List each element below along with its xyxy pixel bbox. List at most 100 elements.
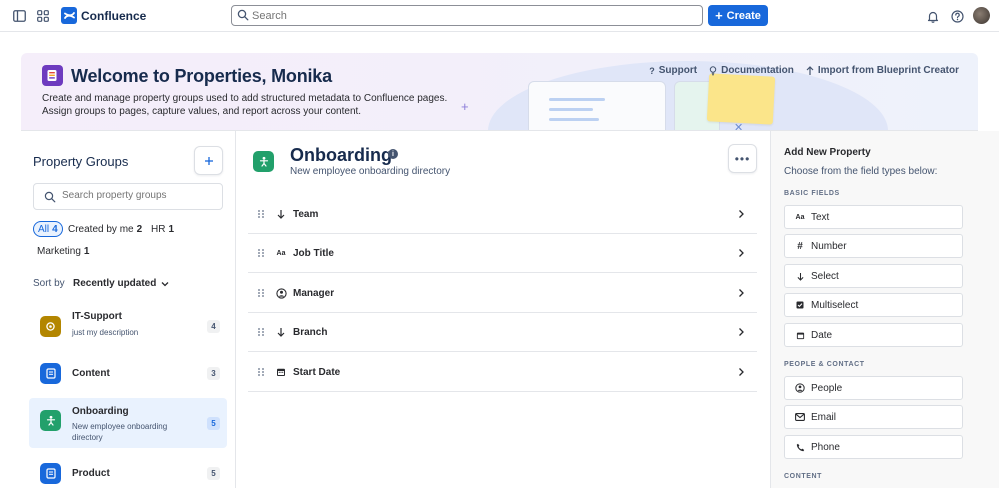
filter-chip-marketing[interactable]: Marketing 1 [33, 243, 93, 259]
property-groups-search[interactable] [33, 183, 223, 210]
people-icon [275, 287, 287, 299]
filter-chip-all[interactable]: All 4 [33, 221, 63, 237]
drag-handle-icon[interactable] [257, 288, 265, 298]
field-type-label: Number [811, 240, 847, 252]
sparkle-plus-icon: + [461, 99, 469, 114]
filter-chip-label: HR [151, 223, 166, 235]
select-arrow-icon [275, 208, 287, 220]
drag-handle-icon[interactable] [257, 367, 265, 377]
left-panel-divider [235, 131, 236, 488]
gear-icon [40, 316, 61, 337]
question-icon: ? [649, 65, 655, 76]
property-group-count-badge: 5 [207, 467, 220, 480]
hash-icon: # [797, 240, 803, 252]
property-group-name: Onboarding [72, 406, 129, 417]
text-icon: Aa [276, 249, 286, 257]
property-groups-title: Property Groups [33, 154, 129, 169]
property-row-job-title[interactable]: Aa Job Title [248, 234, 757, 273]
user-avatar[interactable] [973, 7, 990, 24]
property-groups-search-input[interactable] [62, 190, 212, 201]
person-icon [40, 410, 61, 431]
notifications-bell-icon[interactable] [925, 8, 941, 24]
filter-chip-count: 4 [52, 223, 58, 235]
field-type-label: Text [811, 211, 830, 223]
group-description: New employee onboarding directory [290, 166, 451, 177]
property-group-description: New employee onboarding directory [72, 422, 168, 442]
property-group-description: just my description [72, 328, 139, 337]
app-name[interactable]: Confluence [81, 9, 146, 23]
field-type-select-button[interactable]: Select [784, 264, 963, 288]
select-arrow-icon [793, 269, 807, 283]
global-search-input[interactable] [252, 8, 692, 23]
create-button[interactable]: + Create [708, 5, 768, 26]
property-name: Team [293, 209, 319, 220]
welcome-banner: + ✕ Welcome to Properties, Monika Create… [21, 53, 978, 131]
property-group-item-content[interactable]: Content 3 [29, 357, 227, 391]
info-icon[interactable]: i [388, 149, 398, 159]
property-name: Branch [293, 327, 328, 338]
property-row-start-date[interactable]: Start Date [248, 353, 757, 392]
property-group-item-it-support[interactable]: IT-Support just my description 4 [29, 305, 227, 350]
confluence-logo-icon[interactable] [61, 7, 77, 24]
field-type-label: Date [811, 329, 833, 341]
field-type-phone-button[interactable]: Phone [784, 435, 963, 459]
property-group-item-product[interactable]: Product 5 [29, 458, 227, 488]
document-icon [40, 463, 61, 484]
property-row-team[interactable]: Team [248, 195, 757, 234]
drag-handle-icon[interactable] [257, 248, 265, 258]
chevron-right-icon [739, 289, 744, 297]
filter-chip-label: All [38, 223, 50, 235]
banner-links: ? Support Documentation Import from Blue… [649, 65, 959, 76]
help-icon[interactable] [949, 8, 965, 24]
right-panel-divider [770, 131, 771, 488]
ellipsis-icon: ••• [734, 151, 751, 166]
sort-label: Sort by [33, 278, 65, 289]
field-type-label: People [811, 382, 843, 394]
drag-handle-icon[interactable] [257, 327, 265, 337]
documentation-link[interactable]: Documentation [709, 65, 794, 76]
support-link[interactable]: ? Support [649, 65, 697, 76]
field-type-people-button[interactable]: People [784, 376, 963, 400]
property-group-item-onboarding[interactable]: Onboarding New employee onboarding direc… [29, 398, 227, 448]
properties-app-logo-icon [42, 65, 63, 86]
chevron-down-icon [161, 281, 169, 286]
calendar-icon [275, 366, 287, 378]
field-type-number-button[interactable]: # Number [784, 234, 963, 258]
property-group-count-badge: 4 [207, 320, 220, 333]
property-row-branch[interactable]: Branch [248, 313, 757, 352]
create-button-label: Create [726, 9, 761, 22]
banner-description-line: Assign groups to pages, capture values, … [42, 106, 362, 117]
documentation-link-label: Documentation [721, 65, 794, 76]
sort-dropdown-value: Recently updated [73, 278, 157, 289]
add-property-group-button[interactable] [194, 146, 223, 175]
property-row-manager[interactable]: Manager [248, 274, 757, 313]
property-group-name: Product [72, 468, 110, 479]
lightbulb-icon [709, 65, 717, 75]
filter-chip-created-by-me[interactable]: Created by me 2 [64, 221, 146, 237]
text-icon: Aa [795, 213, 805, 221]
plus-icon [204, 156, 213, 165]
top-navigation-bar: Confluence + Create [0, 0, 999, 32]
chevron-right-icon [739, 328, 744, 336]
banner-illustration-sticky-note [706, 73, 776, 125]
section-people-contact: PEOPLE & CONTACT [784, 361, 865, 368]
search-icon [44, 191, 56, 203]
import-blueprint-link[interactable]: Import from Blueprint Creator [806, 65, 959, 76]
banner-title: Welcome to Properties, Monika [71, 66, 332, 86]
field-type-date-button[interactable]: Date [784, 323, 963, 347]
add-property-title: Add New Property [784, 147, 871, 158]
field-type-text-button[interactable]: Aa Text [784, 205, 963, 229]
app-switcher-icon[interactable] [35, 8, 51, 24]
calendar-icon [793, 328, 807, 342]
search-icon [237, 9, 249, 21]
field-type-email-button[interactable]: Email [784, 405, 963, 429]
sort-dropdown[interactable]: Recently updated [73, 278, 169, 289]
global-search[interactable] [231, 5, 703, 26]
more-actions-button[interactable]: ••• [728, 144, 757, 173]
field-type-multiselect-button[interactable]: Multiselect [784, 293, 963, 317]
person-icon [253, 151, 274, 172]
drag-handle-icon[interactable] [257, 209, 265, 219]
filter-chip-hr[interactable]: HR 1 [147, 221, 178, 237]
banner-description: Create and manage property groups used t… [42, 92, 462, 118]
sidebar-toggle-icon[interactable] [11, 8, 27, 24]
